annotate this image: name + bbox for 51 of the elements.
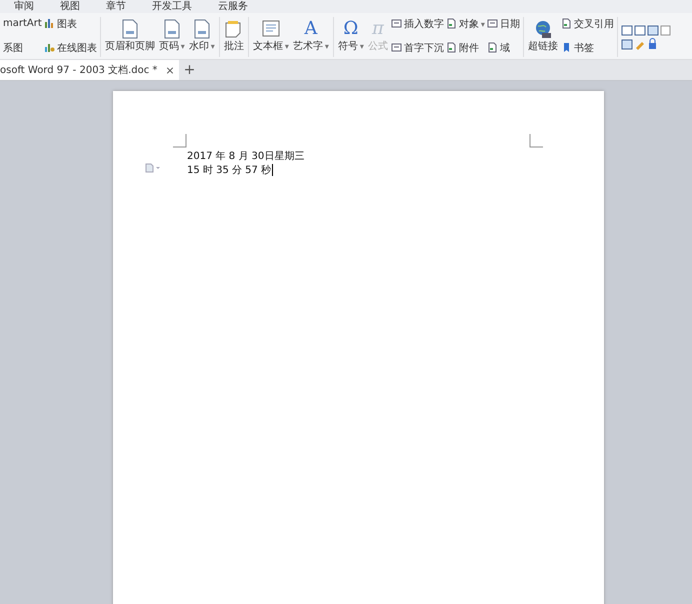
ribbon-button[interactable]: 交叉引用	[560, 15, 614, 32]
margin-corner-mark	[173, 134, 187, 148]
document-icon	[560, 18, 572, 29]
menu-tab[interactable]: 云服务	[218, 0, 248, 12]
menu-tab[interactable]: 章节	[106, 0, 126, 12]
ribbon-button[interactable]: Ω 符号 ▾	[336, 15, 365, 53]
ribbon-button[interactable]: 文本框 ▾	[252, 15, 290, 53]
ribbon-button[interactable]: 在线图表	[44, 39, 97, 56]
page-icon	[192, 19, 211, 39]
ribbon-button[interactable]: 系图	[3, 39, 42, 56]
ribbon-button[interactable]: 批注	[222, 15, 245, 53]
page-icon	[162, 19, 181, 39]
margin-corner-mark	[529, 134, 543, 148]
ribbon-button[interactable]: martArt	[3, 15, 42, 32]
ribbon-button[interactable]: 日期	[486, 15, 520, 32]
document-icon	[446, 42, 457, 53]
ribbon-button[interactable]: 水印 ▾	[188, 15, 216, 53]
menu-tab[interactable]: 视图	[60, 0, 80, 12]
toolbar-icons-drawing	[620, 23, 671, 51]
new-tab-button[interactable]: +	[184, 62, 196, 78]
paste-options-icon[interactable]	[145, 163, 161, 173]
ribbon-button[interactable]: 对象 ▾	[446, 15, 485, 32]
ribbon-button[interactable]: 域	[486, 39, 520, 56]
close-tab-button[interactable]: ×	[165, 64, 175, 76]
document-text-line: 15 时 35 分 57 秒	[187, 164, 272, 177]
ribbon-button[interactable]: 附件	[446, 39, 485, 56]
ribbon-button[interactable]: 页眉和页脚	[104, 15, 156, 53]
document-tab[interactable]: osoft Word 97 - 2003 文档.doc * ×	[0, 60, 179, 80]
bar-chart-icon	[44, 18, 55, 29]
menu-tab[interactable]: 开发工具	[152, 0, 192, 12]
page-icon	[120, 19, 139, 39]
document-icon	[446, 18, 457, 29]
document-text-line: 2017 年 8 月 30日星期三	[187, 150, 304, 163]
ribbon-button[interactable]: 首字下沉	[390, 39, 444, 56]
box-icon	[486, 18, 498, 29]
menu-tab[interactable]: 审阅	[14, 0, 34, 12]
box-icon	[390, 18, 402, 29]
text-cursor	[272, 164, 274, 176]
box-icon	[390, 42, 402, 53]
document-icon	[486, 42, 498, 53]
ribbon-button[interactable]: 页码 ▾	[158, 15, 186, 53]
ribbon-button[interactable]: 书签	[560, 39, 614, 56]
chart-icon	[44, 42, 55, 53]
symbol-icon: A	[304, 18, 318, 40]
symbol-icon: π	[372, 18, 384, 40]
symbol-icon: Ω	[343, 18, 358, 40]
ribbon-button[interactable]: A 艺术字 ▾	[292, 15, 330, 53]
ribbon-button[interactable]: 插入数字	[390, 15, 444, 32]
ribbon-button[interactable]: 超链接	[526, 15, 559, 53]
text-box-icon	[260, 19, 281, 39]
ribbon-button[interactable]: 图表	[44, 15, 97, 32]
